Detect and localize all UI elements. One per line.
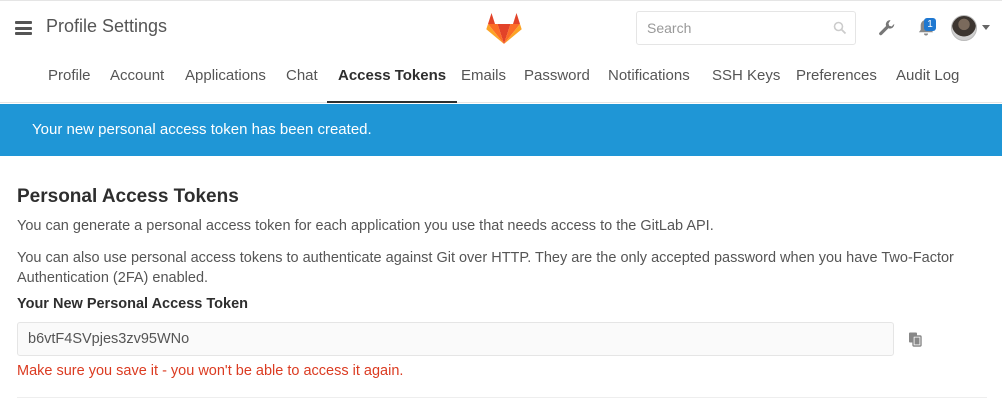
settings-subnav: Profile Account Applications Chat Access… — [0, 56, 1002, 103]
tab-profile[interactable]: Profile — [48, 56, 91, 103]
flash-message: Your new personal access token has been … — [32, 121, 372, 138]
description-paragraph-2: You can also use personal access tokens … — [17, 250, 954, 286]
description-paragraph-1: You can generate a personal access token… — [17, 218, 714, 234]
tab-applications[interactable]: Applications — [185, 56, 266, 103]
tab-preferences[interactable]: Preferences — [796, 56, 877, 103]
wrench-icon[interactable] — [877, 18, 897, 38]
chevron-down-icon — [982, 25, 990, 30]
gitlab-logo-icon[interactable] — [486, 11, 522, 45]
tab-audit-log[interactable]: Audit Log — [896, 56, 959, 103]
copy-clipboard-icon[interactable] — [907, 331, 923, 347]
user-menu[interactable] — [951, 15, 993, 41]
avatar — [951, 15, 977, 41]
search-input[interactable] — [637, 12, 817, 44]
search-icon — [833, 21, 847, 35]
search-box[interactable] — [636, 11, 856, 45]
token-input[interactable] — [18, 323, 888, 355]
token-field[interactable] — [17, 322, 894, 356]
token-label: Your New Personal Access Token — [17, 296, 249, 312]
divider — [17, 397, 987, 398]
top-navbar: Profile Settings 1 — [0, 0, 1002, 56]
notification-count-badge: 1 — [924, 18, 936, 31]
menu-icon[interactable] — [15, 21, 32, 35]
save-warning-text: Make sure you save it - you won't be abl… — [17, 363, 404, 379]
tab-password[interactable]: Password — [524, 56, 590, 103]
flash-notice: Your new personal access token has been … — [0, 104, 1002, 156]
tab-access-tokens[interactable]: Access Tokens — [327, 56, 458, 103]
tab-chat[interactable]: Chat — [286, 56, 318, 103]
page-title: Profile Settings — [46, 16, 168, 36]
tab-emails[interactable]: Emails — [461, 56, 506, 103]
section-title: Personal Access Tokens — [17, 186, 239, 207]
tab-notifications[interactable]: Notifications — [608, 56, 690, 103]
tab-account[interactable]: Account — [110, 56, 164, 103]
notifications-button[interactable]: 1 — [915, 17, 937, 39]
tab-ssh-keys[interactable]: SSH Keys — [712, 56, 780, 103]
